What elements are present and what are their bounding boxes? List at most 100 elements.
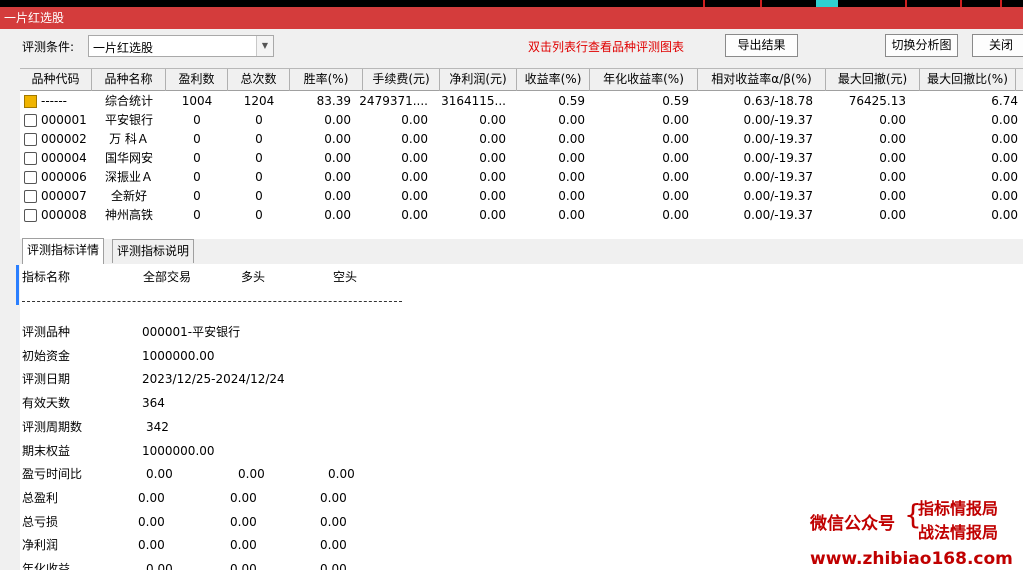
document-icon (24, 133, 37, 146)
summary-row[interactable]: ------ 综合统计 1004 1204 83.39 2479371.... 316411… (20, 92, 1023, 111)
table-cell: 0.00/-19.37 (743, 151, 813, 165)
table-row[interactable]: 000007 全新好 0 0 0.00 0.00 0.00 0.00 0.00 0.00/-19.… (20, 187, 1023, 206)
table-cell: 0.00 (991, 132, 1018, 146)
column-header[interactable]: 最大回撤(元) (826, 69, 920, 91)
table-cell: 0.00 (991, 208, 1018, 222)
table-cell: 国华网安 (104, 151, 153, 165)
column-header[interactable]: 最大回撤比(%) (920, 69, 1016, 91)
column-header[interactable]: 年化收益率(%) (590, 69, 698, 91)
metric-value-all: 342 (146, 419, 169, 434)
title-bar: 一片红选股 (0, 7, 1023, 29)
condition-value: 一片红选股 (93, 41, 154, 55)
table-cell: 0.00 (558, 189, 585, 203)
table-cell: 0.00 (558, 208, 585, 222)
metric-name: 有效天数 (22, 396, 71, 411)
metric-name: 净利润 (22, 538, 59, 553)
hint-text: 双击列表行查看品种评测图表 (528, 40, 685, 54)
condition-select[interactable]: 一片红选股 ▼ (88, 35, 274, 57)
metric-value-all: 1000000.00 (142, 443, 215, 458)
toolbar: 评测条件: 一片红选股 ▼ 双击列表行查看品种评测图表 导出结果 切换分析图 关… (0, 29, 1023, 59)
document-icon (24, 152, 37, 165)
watermark: 微信公众号 { 指标情报局 战法情报局 www.zhibiao168.com (808, 495, 1023, 570)
table-cell: 0.00 (662, 113, 689, 127)
table-cell: 0.00 (991, 113, 1018, 127)
table-row[interactable]: 000001 平安银行 0 0 0.00 0.00 0.00 0.00 0.00 0.00/-19… (20, 111, 1023, 130)
table-cell: 万 科Ａ (109, 132, 149, 146)
results-table: 品种代码 品种名称 盈利数 总次数 胜率(%) 手续费(元) 净利润(元) 收益率(%) 年化收… (20, 68, 1023, 239)
column-header[interactable]: 净利润(元) (440, 69, 517, 91)
metric-value-short: 0.00 (320, 538, 347, 553)
column-header[interactable]: 品种名称 (92, 69, 166, 91)
table-cell: 0.00 (558, 170, 585, 184)
metric-value-all: 2023/12/25-2024/12/24 (142, 372, 285, 387)
metric-name: 评测品种 (22, 325, 71, 339)
col-header-short: 空头 (333, 270, 358, 284)
col-header-all: 全部交易 (143, 270, 192, 284)
column-header[interactable]: 相对收益率α/β(%) (698, 69, 826, 91)
column-header[interactable]: 盈利数 (166, 69, 228, 91)
metric-name: 期末权益 (22, 443, 71, 458)
table-cell: 0.59 (558, 94, 585, 108)
metric-value-all: 0.00 (138, 538, 165, 553)
metric-name: 评测日期 (22, 372, 71, 387)
metric-value-short: 0.00 (320, 562, 347, 570)
metric-name: 总盈利 (22, 490, 59, 505)
close-button[interactable]: 关闭 (972, 34, 1023, 57)
tab-indicator-help[interactable]: 评测指标说明 (112, 239, 195, 263)
table-row[interactable]: 000006 深振业Ａ 0 0 0.00 0.00 0.00 0.00 0.00 0.00/-19… (20, 168, 1023, 187)
table-cell: 0.00 (879, 151, 906, 165)
metric-value-short: 0.00 (320, 514, 347, 529)
table-row[interactable]: 000002 万 科Ａ 0 0 0.00 0.00 0.00 0.00 0.00 0.00/-19… (20, 130, 1023, 149)
detail-tabs: 评测指标详情 评测指标说明 (20, 238, 1023, 264)
app-window: 一片红选股 评测条件: 一片红选股 ▼ 双击列表行查看品种评测图表 导出结果 切… (0, 7, 1023, 570)
table-cell: 0.00 (991, 151, 1018, 165)
table-cell: 0.00 (991, 170, 1018, 184)
table-cell: 0.00 (991, 189, 1018, 203)
chevron-down-icon[interactable]: ▼ (256, 36, 273, 56)
table-cell: 0.00 (662, 151, 689, 165)
watermark-line2: 战法情报局 (918, 523, 999, 542)
table-cell: 深振业Ａ (104, 170, 153, 184)
export-button[interactable]: 导出结果 (725, 34, 798, 57)
column-header[interactable]: 胜率(%) (290, 69, 363, 91)
table-cell: 0.00/-19.37 (743, 189, 813, 203)
table-cell: 综合统计 (104, 94, 153, 108)
table-cell: 0.00/-19.37 (743, 113, 813, 127)
table-cell: 0.00 (879, 113, 906, 127)
table-cell: 0.00 (662, 189, 689, 203)
condition-label: 评测条件: (22, 40, 75, 54)
column-header[interactable]: 品种代码 (20, 69, 92, 91)
table-cell: 0.59 (662, 94, 689, 108)
watermark-url: www.zhibiao168.com (810, 549, 1013, 569)
metric-value-long: 0.00 (230, 538, 257, 553)
col-header-name: 指标名称 (22, 270, 71, 284)
metric-value-short: 0.00 (328, 467, 355, 482)
column-header[interactable]: 手续费(元) (363, 69, 440, 91)
column-header[interactable]: 总次数 (228, 69, 290, 91)
document-icon (24, 209, 37, 222)
column-header[interactable]: 收益率(%) (517, 69, 590, 91)
table-header: 品种代码 品种名称 盈利数 总次数 胜率(%) 手续费(元) 净利润(元) 收益率(%) 年化收… (20, 69, 1023, 91)
table-cell: 0.00 (662, 170, 689, 184)
switch-chart-button[interactable]: 切换分析图 (885, 34, 958, 57)
summary-icon (24, 95, 37, 108)
table-row[interactable]: 000008 神州高铁 0 0 0.00 0.00 0.00 0.00 0.00 0.00/-19… (20, 206, 1023, 225)
table-cell: 0.00 (662, 132, 689, 146)
table-cell: 平安银行 (104, 113, 153, 127)
metric-value-all: 0.00 (146, 467, 173, 482)
table-cell: 0.00 (879, 170, 906, 184)
table-cell: 0.00 (879, 208, 906, 222)
table-cell: 0.00 (879, 189, 906, 203)
metric-value-all: 1000000.00 (142, 348, 215, 363)
table-cell: 0.00 (879, 132, 906, 146)
document-icon (24, 190, 37, 203)
watermark-label: 微信公众号 (810, 514, 895, 534)
metric-value-long: 0.00 (238, 467, 265, 482)
table-cell: 0.00 (558, 113, 585, 127)
table-cell: 6.74 (991, 94, 1018, 108)
tab-indicator-details[interactable]: 评测指标详情 (22, 238, 105, 264)
metric-value-all: 0.00 (138, 514, 165, 529)
table-row[interactable]: 000004 国华网安 0 0 0.00 0.00 0.00 0.00 0.00 0.00/-19… (20, 149, 1023, 168)
table-cell: 神州高铁 (104, 208, 153, 222)
left-gutter (0, 265, 20, 570)
